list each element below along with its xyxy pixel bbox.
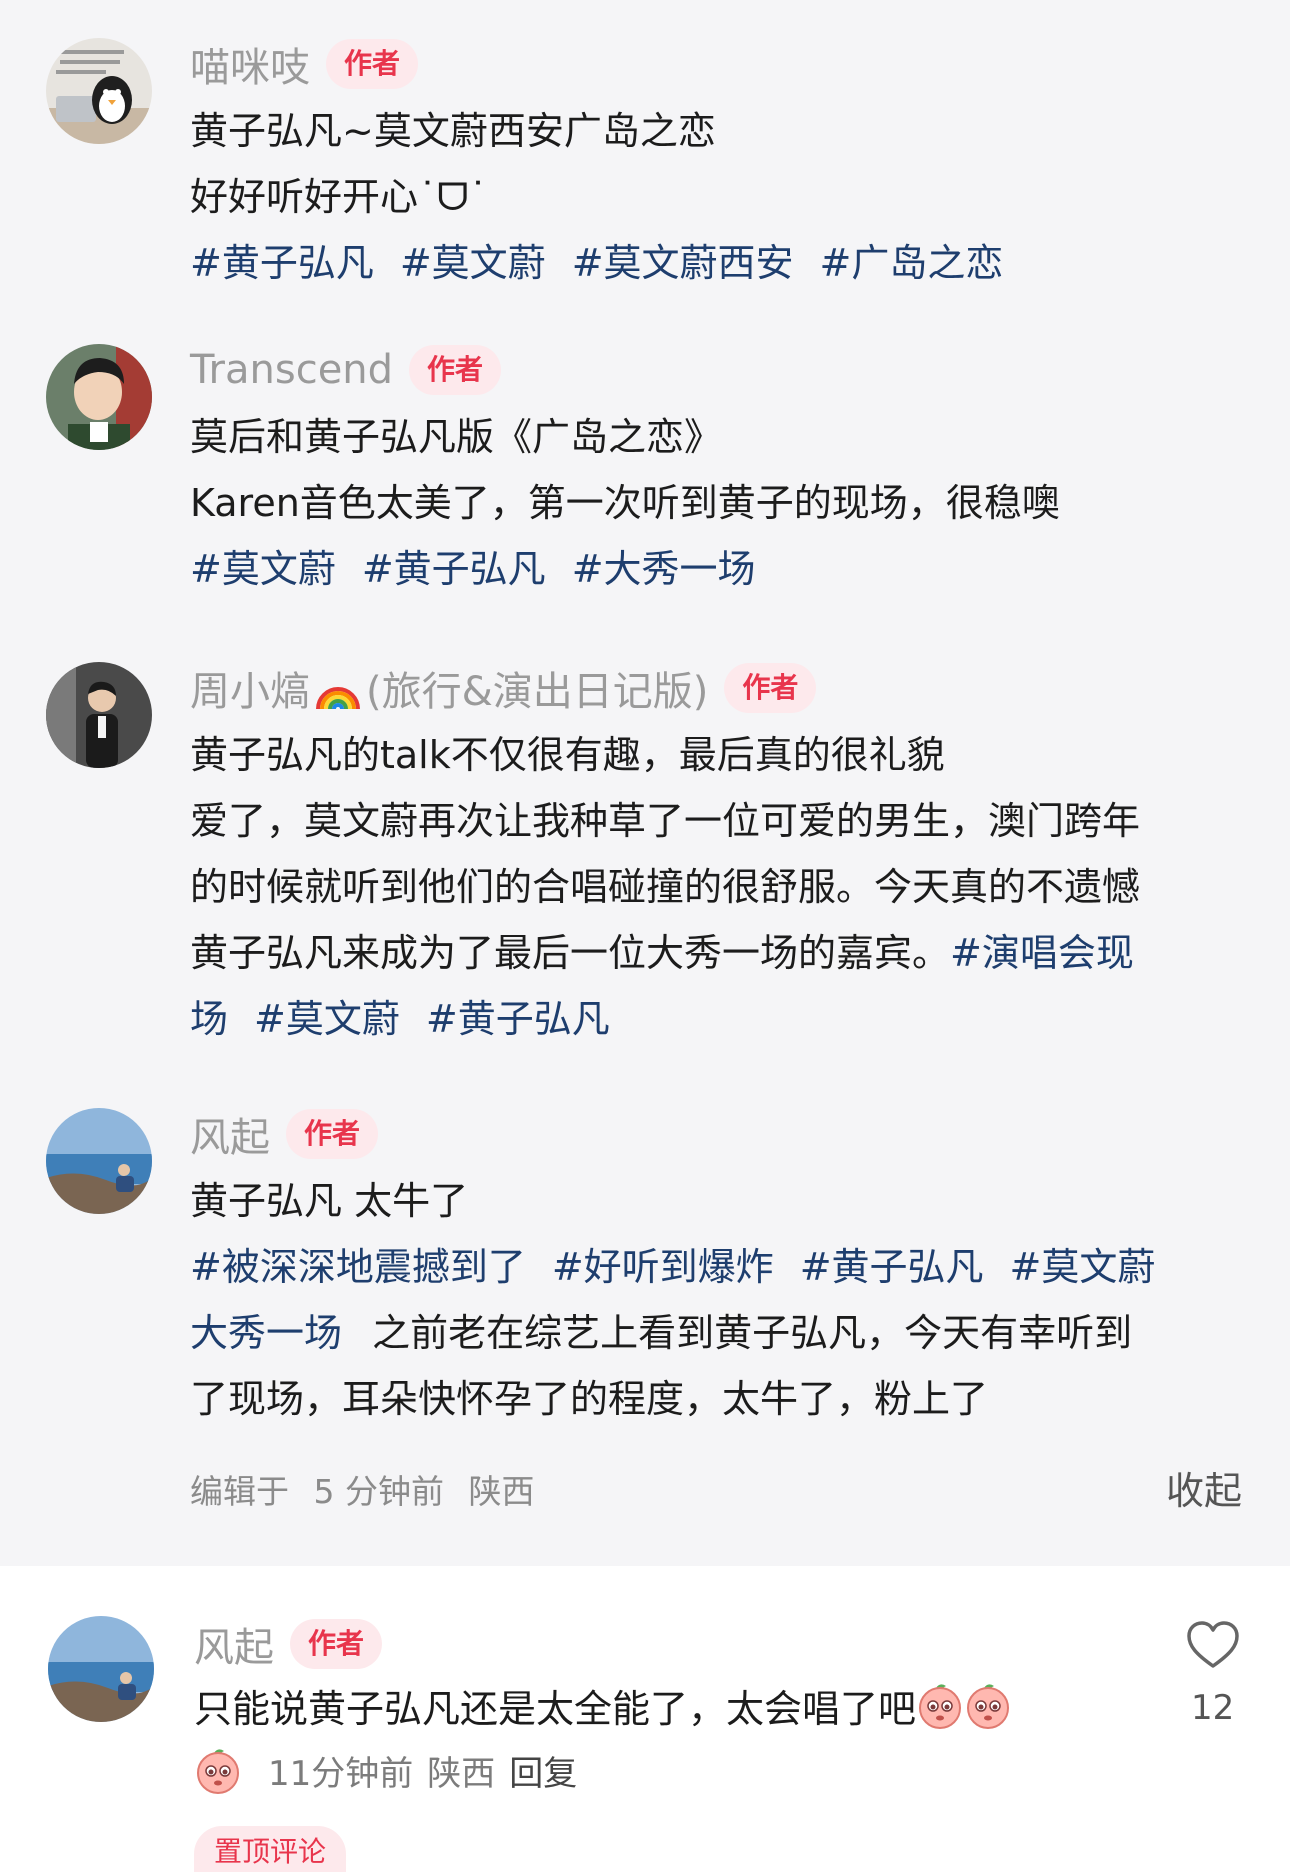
post-text-line: 黄子弘凡来成为了最后一位大秀一场的嘉宾。#演唱会现 — [190, 920, 1134, 986]
avatar[interactable] — [46, 1108, 152, 1214]
hashtag[interactable]: #莫文蔚 — [1010, 1245, 1156, 1289]
commenter-name[interactable]: 风起 — [194, 1615, 274, 1673]
hashtag[interactable]: 场 — [190, 997, 228, 1041]
post-text: 好好听好开心˙ᗜ˙ — [190, 175, 488, 219]
hashtag[interactable]: #广岛之恋 — [820, 241, 1004, 285]
post-text: Karen音色太美了，第一次听到黄子的现场，很稳噢 — [190, 481, 1060, 525]
like-count: 12 — [1191, 1688, 1235, 1728]
post-text: 黄子弘凡的talk不仅很有趣，最后真的很礼貌 — [190, 733, 945, 777]
heart-icon[interactable] — [1186, 1620, 1240, 1670]
hashtag[interactable]: #演唱会现 — [950, 931, 1134, 975]
comment-text: 只能说黄子弘凡还是太全能了，太会唱了吧 — [194, 1687, 917, 1731]
hashtag[interactable]: #被深深地震撼到了 — [190, 1245, 526, 1289]
post-text: 的时候就听到他们的合唱碰撞的很舒服。今天真的不遗憾 — [190, 865, 1141, 909]
author-name[interactable]: Transcend — [190, 347, 393, 393]
post-time: 5 分钟前 — [313, 1472, 445, 1511]
comment-location: 陕西 — [427, 1754, 496, 1794]
hashtag[interactable]: #大秀一场 — [572, 547, 756, 591]
peach-emoji-icon — [194, 1747, 242, 1795]
pinned-comment-badge: 置顶评论 — [194, 1826, 347, 1872]
hashtag[interactable]: 大秀一场 — [190, 1311, 342, 1355]
author-name[interactable]: 风起 — [190, 1105, 270, 1163]
hashtag-row: 场 #莫文蔚 #黄子弘凡 — [190, 986, 610, 1052]
collapse-button[interactable]: 收起 — [1166, 1460, 1242, 1515]
author-name[interactable]: 喵咪吱 — [190, 35, 310, 93]
avatar[interactable] — [48, 1616, 154, 1722]
reply-button[interactable]: 回复 — [509, 1746, 577, 1795]
post-text-line: 大秀一场 之前老在综艺上看到黄子弘凡，今天有幸听到 — [190, 1300, 1132, 1366]
post-text: 了现场，耳朵快怀孕了的程度，太牛了，粉上了 — [190, 1377, 989, 1421]
hashtag-row: #黄子弘凡 #莫文蔚 #莫文蔚西安 #广岛之恋 — [190, 230, 1003, 296]
author-name[interactable]: 周小熇 (旅行&演出日记版) — [190, 659, 708, 717]
post-text: 莫后和黄子弘凡版《广岛之恋》 — [190, 415, 723, 459]
peach-emoji-icon — [964, 1682, 1012, 1730]
comment-time: 11分钟前 — [268, 1754, 414, 1794]
post-location: 陕西 — [468, 1472, 535, 1511]
hashtag[interactable]: #莫文蔚 — [254, 997, 400, 1041]
author-badge: 作者 — [290, 1619, 383, 1669]
hashtag[interactable]: #黄子弘凡 — [426, 997, 610, 1041]
hashtag[interactable]: #好听到爆炸 — [552, 1245, 774, 1289]
peach-emoji-icon — [916, 1682, 964, 1730]
post-text: 黄子弘凡来成为了最后一位大秀一场的嘉宾。 — [190, 931, 951, 975]
avatar[interactable] — [46, 38, 152, 144]
author-badge: 作者 — [724, 663, 817, 713]
avatar[interactable] — [46, 662, 152, 768]
comment-meta: 11分钟前 陕西 回复 — [194, 1746, 577, 1795]
author-badge: 作者 — [409, 345, 502, 395]
hashtag-row: #被深深地震撼到了 #好听到爆炸 #黄子弘凡 #莫文蔚 — [190, 1234, 1155, 1300]
rainbow-emoji-icon — [314, 669, 362, 715]
hashtag[interactable]: #莫文蔚 — [190, 547, 336, 591]
hashtag[interactable]: #黄子弘凡 — [190, 241, 374, 285]
avatar[interactable] — [46, 344, 152, 450]
post-text: 爱了，莫文蔚再次让我种草了一位可爱的男生，澳门跨年 — [190, 799, 1141, 843]
post-meta: 编辑于 5 分钟前 陕西 — [190, 1465, 535, 1513]
author-badge: 作者 — [286, 1109, 379, 1159]
post-text: 之前老在综艺上看到黄子弘凡，今天有幸听到 — [372, 1311, 1133, 1355]
quoted-post-card: 喵咪吱 作者 黄子弘凡~莫文蔚西安广岛之恋 好好听好开心˙ᗜ˙ #黄子弘凡 #莫文… — [0, 0, 1290, 1566]
post-text: 黄子弘凡 太牛了 — [190, 1179, 469, 1223]
hashtag[interactable]: #黄子弘凡 — [362, 547, 546, 591]
author-badge: 作者 — [326, 39, 419, 89]
hashtag[interactable]: #莫文蔚 — [400, 241, 546, 285]
comment-text-line: 只能说黄子弘凡还是太全能了，太会唱了吧 — [194, 1676, 1012, 1742]
edited-label: 编辑于 — [190, 1472, 289, 1511]
hashtag[interactable]: #黄子弘凡 — [800, 1245, 984, 1289]
post-text: 黄子弘凡~莫文蔚西安广岛之恋 — [190, 109, 716, 153]
hashtag[interactable]: #莫文蔚西安 — [572, 241, 794, 285]
hashtag-row: #莫文蔚 #黄子弘凡 #大秀一场 — [190, 536, 756, 602]
